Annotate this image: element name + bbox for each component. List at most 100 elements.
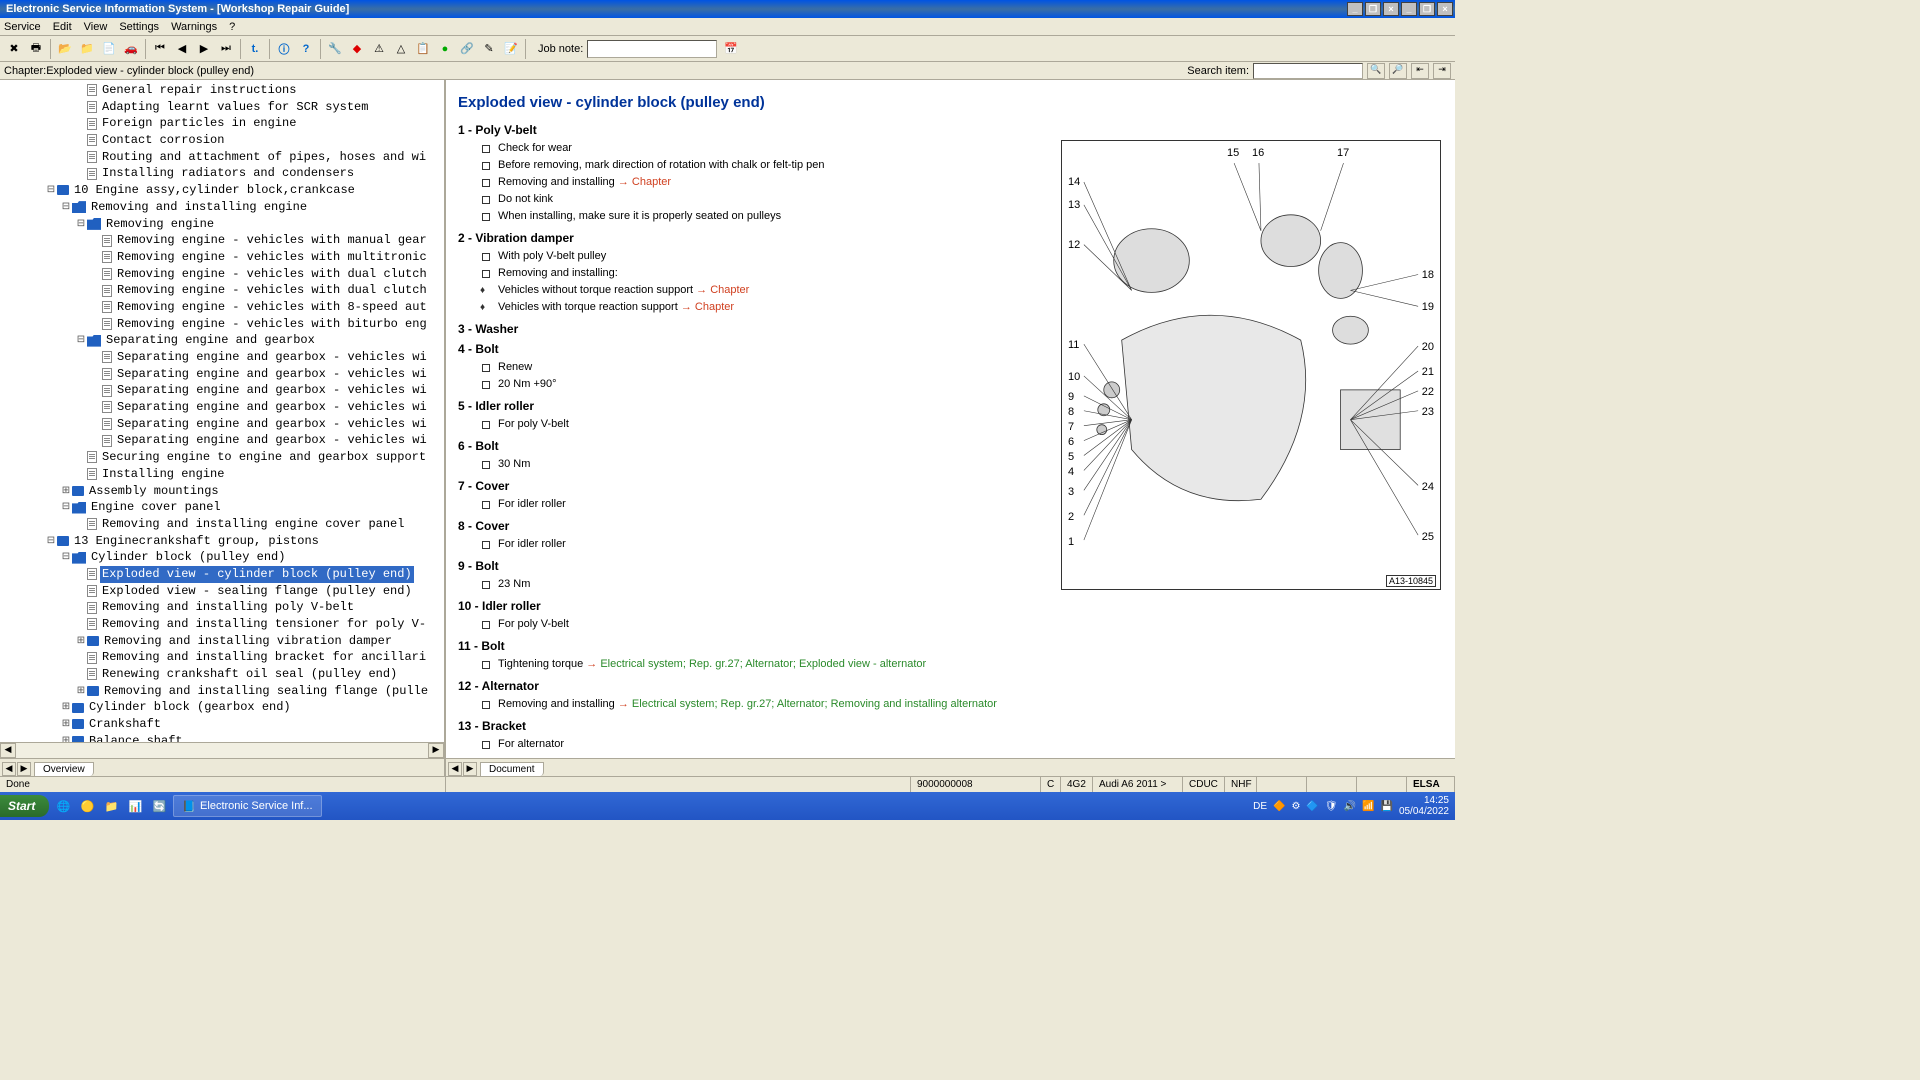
minimize-button[interactable]: _ [1401, 2, 1417, 16]
close-button[interactable]: × [1437, 2, 1453, 16]
tree-item[interactable]: ⊟Engine cover panel [0, 499, 444, 516]
tree-item[interactable]: ⊞Assembly mountings [0, 483, 444, 500]
tree-twisty-icon[interactable]: ⊟ [60, 549, 72, 566]
tree-item[interactable]: ⊟Removing and installing engine [0, 199, 444, 216]
search-button-4[interactable]: ⇥ [1433, 63, 1451, 79]
tree-twisty-icon[interactable]: ⊟ [45, 533, 57, 550]
taskbar-app[interactable]: 📘 Electronic Service Inf... [173, 795, 321, 817]
tray-clock[interactable]: 14:25 05/04/2022 [1399, 795, 1449, 817]
tree-twisty-icon[interactable]: ⊞ [60, 699, 72, 716]
tree-item[interactable]: Installing engine [0, 466, 444, 483]
tree-item[interactable]: Adapting learnt values for SCR system [0, 99, 444, 116]
tool-folder2-icon[interactable]: 📁 [77, 39, 97, 59]
tool-warn2-icon[interactable]: △ [391, 39, 411, 59]
chapter-link[interactable]: Chapter [695, 301, 734, 313]
reference-link[interactable]: Electrical system; Rep. gr.27; Alternato… [600, 658, 926, 670]
tool-next-icon[interactable]: ▶ [194, 39, 214, 59]
tree-item[interactable]: ⊟Separating engine and gearbox [0, 332, 444, 349]
menu-warnings[interactable]: Warnings [171, 21, 217, 33]
tree-item[interactable]: ⊞Cylinder block (gearbox end) [0, 699, 444, 716]
menu-service[interactable]: Service [4, 21, 41, 33]
start-button[interactable]: Start [0, 795, 49, 817]
document-content[interactable]: Exploded view - cylinder block (pulley e… [446, 80, 1455, 758]
tab-nav-next[interactable]: ▶ [17, 762, 31, 776]
tool-exit-icon[interactable]: ✖ [4, 39, 24, 59]
tree-item[interactable]: ⊞Removing and installing sealing flange … [0, 683, 444, 700]
tray-icon-7[interactable]: 💾 [1380, 801, 1392, 812]
tool-stop-icon[interactable]: ◆ [347, 39, 367, 59]
jobnote-cal-icon[interactable]: 📅 [721, 39, 741, 59]
tab-nav-prev[interactable]: ◀ [2, 762, 16, 776]
tree-item[interactable]: ⊟Cylinder block (pulley end) [0, 549, 444, 566]
menu-help[interactable]: ? [229, 21, 235, 33]
restore-inner-button[interactable]: ❐ [1365, 2, 1381, 16]
minimize-inner-button[interactable]: _ [1347, 2, 1363, 16]
tree-item[interactable]: Separating engine and gearbox - vehicles… [0, 366, 444, 383]
taskbar-quick-2[interactable]: 🟡 [77, 796, 97, 816]
tree-item[interactable]: Installing radiators and condensers [0, 165, 444, 182]
tree-twisty-icon[interactable]: ⊞ [60, 716, 72, 733]
tree-twisty-icon[interactable]: ⊞ [60, 733, 72, 742]
tree-item[interactable]: ⊞Balance shaft [0, 733, 444, 742]
taskbar-quick-4[interactable]: 📊 [125, 796, 145, 816]
tool-last-icon[interactable]: ⏭ [216, 39, 236, 59]
tree-item[interactable]: Exploded view - cylinder block (pulley e… [0, 566, 444, 583]
tray-icon-3[interactable]: 🔷 [1306, 801, 1318, 812]
tree-item[interactable]: ⊞Crankshaft [0, 716, 444, 733]
tree-twisty-icon[interactable]: ⊞ [75, 683, 87, 700]
search-button-3[interactable]: ⇤ [1411, 63, 1429, 79]
tree-view[interactable]: General repair instructionsAdapting lear… [0, 80, 444, 742]
menu-settings[interactable]: Settings [119, 21, 159, 33]
taskbar-quick-1[interactable]: 🌐 [53, 796, 73, 816]
scroll-right-icon[interactable]: ▶ [428, 743, 444, 758]
tree-item[interactable]: Removing and installing tensioner for po… [0, 616, 444, 633]
tree-item[interactable]: Removing engine - vehicles with multitro… [0, 249, 444, 266]
tray-icon-6[interactable]: 📶 [1362, 801, 1374, 812]
tree-item[interactable]: ⊟13 Enginecrankshaft group, pistons [0, 533, 444, 550]
tool-print-icon[interactable]: 🖶 [26, 39, 46, 59]
reference-link[interactable]: Electrical system; Rep. gr.27; Alternato… [632, 698, 997, 710]
tree-item[interactable]: Removing and installing bracket for anci… [0, 649, 444, 666]
tree-item[interactable]: Removing engine - vehicles with biturbo … [0, 316, 444, 333]
tree-twisty-icon[interactable]: ⊟ [75, 216, 87, 233]
tool-first-icon[interactable]: ⏮ [150, 39, 170, 59]
tree-item[interactable]: Contact corrosion [0, 132, 444, 149]
tree-item[interactable]: Removing engine - vehicles with dual clu… [0, 266, 444, 283]
tree-item[interactable]: Separating engine and gearbox - vehicles… [0, 416, 444, 433]
taskbar-quick-5[interactable]: 🔄 [149, 796, 169, 816]
tool-note-icon[interactable]: 📝 [501, 39, 521, 59]
tool-info-icon[interactable]: ⓘ [274, 39, 294, 59]
tool-folder3-icon[interactable]: 📄 [99, 39, 119, 59]
tab-nav-next-r[interactable]: ▶ [463, 762, 477, 776]
menu-edit[interactable]: Edit [53, 21, 72, 33]
tree-item[interactable]: General repair instructions [0, 82, 444, 99]
tree-item[interactable]: Removing and installing poly V-belt [0, 599, 444, 616]
search-input[interactable] [1253, 63, 1363, 79]
menu-view[interactable]: View [84, 21, 108, 33]
tree-item[interactable]: Securing engine to engine and gearbox su… [0, 449, 444, 466]
tool-doc-icon[interactable]: 📋 [413, 39, 433, 59]
tree-twisty-icon[interactable]: ⊟ [75, 332, 87, 349]
tree-hscrollbar[interactable]: ◀ ▶ [0, 742, 444, 758]
tray-icon-4[interactable]: 🛡 [1325, 801, 1338, 812]
tree-item[interactable]: Removing engine - vehicles with dual clu… [0, 282, 444, 299]
tree-item[interactable]: Removing engine - vehicles with 8-speed … [0, 299, 444, 316]
tree-twisty-icon[interactable]: ⊞ [60, 483, 72, 500]
tray-icon-1[interactable]: 🔶 [1273, 801, 1285, 812]
tree-twisty-icon[interactable]: ⊟ [60, 499, 72, 516]
tree-item[interactable]: ⊟10 Engine assy,cylinder block,crankcase [0, 182, 444, 199]
tray-lang[interactable]: DE [1253, 801, 1267, 812]
tree-item[interactable]: Removing engine - vehicles with manual g… [0, 232, 444, 249]
jobnote-input[interactable] [587, 40, 717, 58]
tool-pen-icon[interactable]: ✎ [479, 39, 499, 59]
search-button-1[interactable]: 🔍 [1367, 63, 1385, 79]
tree-item[interactable]: Exploded view - sealing flange (pulley e… [0, 583, 444, 600]
scroll-left-icon[interactable]: ◀ [0, 743, 16, 758]
close-inner-button[interactable]: × [1383, 2, 1399, 16]
tool-warn1-icon[interactable]: ⚠ [369, 39, 389, 59]
tree-item[interactable]: Separating engine and gearbox - vehicles… [0, 432, 444, 449]
taskbar-quick-3[interactable]: 📁 [101, 796, 121, 816]
tree-twisty-icon[interactable]: ⊟ [45, 182, 57, 199]
tree-item[interactable]: Removing and installing engine cover pan… [0, 516, 444, 533]
chapter-link[interactable]: Chapter [710, 284, 749, 296]
